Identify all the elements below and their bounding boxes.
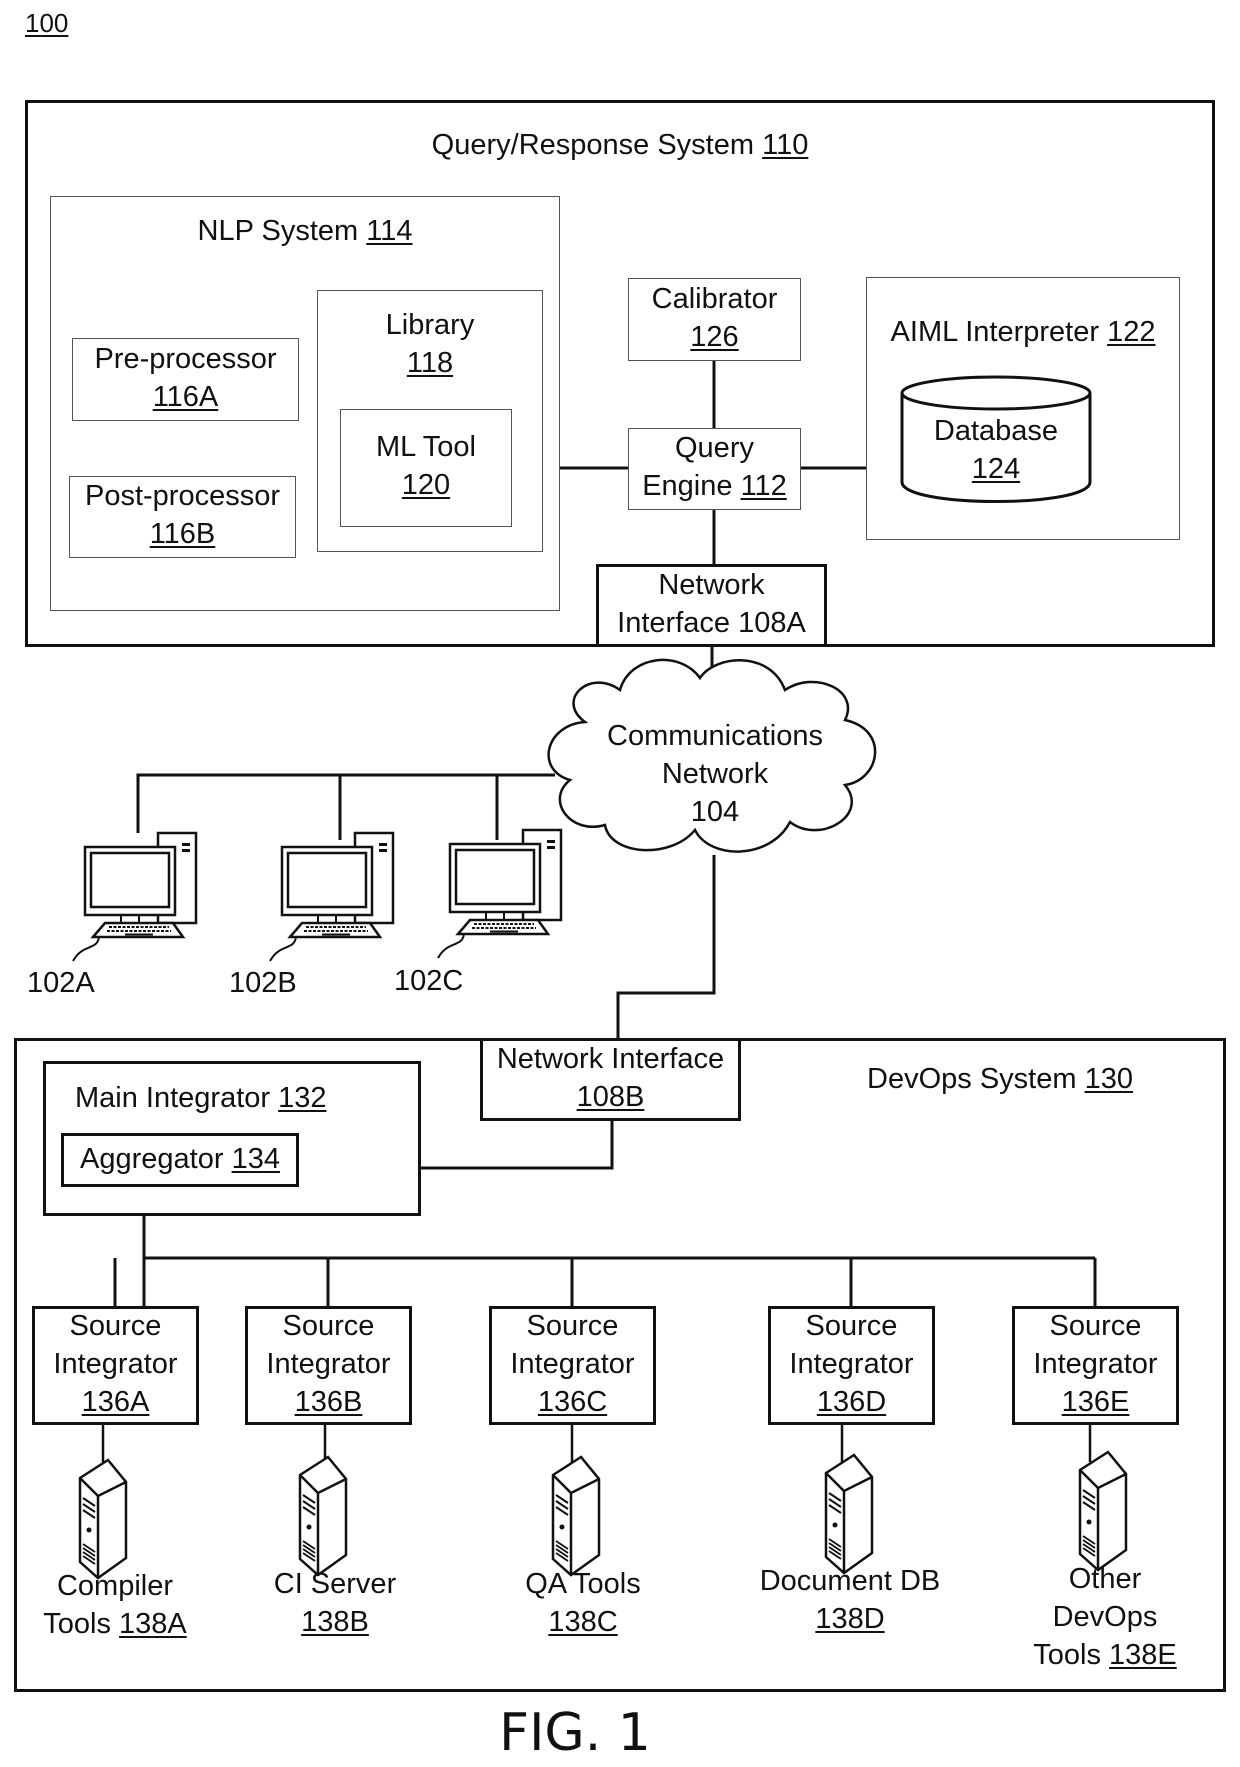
client-computer-icon-102a [71, 831, 198, 963]
client-computer-icon-102b [268, 831, 395, 963]
network-interface-108b-label: Network Interface 108B [496, 1043, 725, 1113]
library-label: Library 118 [385, 309, 475, 379]
tool-label-138c: QA Tools 138C [525, 1568, 641, 1638]
devops-system-title: DevOps System 130 [867, 1063, 1133, 1095]
database-label: Database 124 [933, 415, 1059, 485]
client-hub-line [136, 773, 555, 833]
main-integrator-title: Main Integrator 132 [75, 1082, 327, 1114]
source-integrator-136d-label: Source Integrator 136D [789, 1310, 914, 1418]
source-integrator-136c-label: Source Integrator 136C [510, 1310, 635, 1418]
communications-network-label: Communications Network 104 [607, 720, 823, 828]
tool-label-138a: Compiler Tools 138A [43, 1570, 187, 1640]
client-label-102a: 102A [27, 967, 95, 999]
post-processor-label: Post-processor 116B [84, 480, 280, 550]
figure-reference-number: 100 [25, 8, 69, 38]
query-engine-label: Query Engine 112 [642, 432, 787, 502]
client-label-102c: 102C [394, 965, 464, 997]
calibrator-label: Calibrator 126 [651, 283, 778, 353]
tool-label-138e: Other DevOps Tools 138E [1033, 1563, 1177, 1671]
source-integrator-136b-label: Source Integrator 136B [266, 1310, 391, 1418]
cloud-to-devops-line [616, 855, 716, 1038]
ml-tool-label: ML Tool 120 [376, 431, 476, 501]
pre-processor-label: Pre-processor 116A [94, 343, 277, 413]
source-integrator-136a-label: Source Integrator 136A [53, 1310, 178, 1418]
query-response-system-title: Query/Response System 110 [431, 129, 809, 161]
tool-label-138b: CI Server 138B [273, 1568, 397, 1638]
source-integrator-136e-label: Source Integrator 136E [1033, 1310, 1158, 1418]
client-computer-icon-102c [436, 828, 563, 960]
aiml-interpreter-title: AIML Interpreter 122 [890, 316, 1156, 348]
tool-label-138d: Document DB 138D [759, 1565, 941, 1635]
client-label-102b: 102B [229, 967, 297, 999]
network-interface-108a-label: Network Interface 108A [617, 569, 806, 639]
aggregator-label: Aggregator 134 [80, 1143, 280, 1175]
nlp-system-title: NLP System 114 [197, 215, 413, 247]
figure-caption: FIG. 1 [499, 1703, 651, 1763]
